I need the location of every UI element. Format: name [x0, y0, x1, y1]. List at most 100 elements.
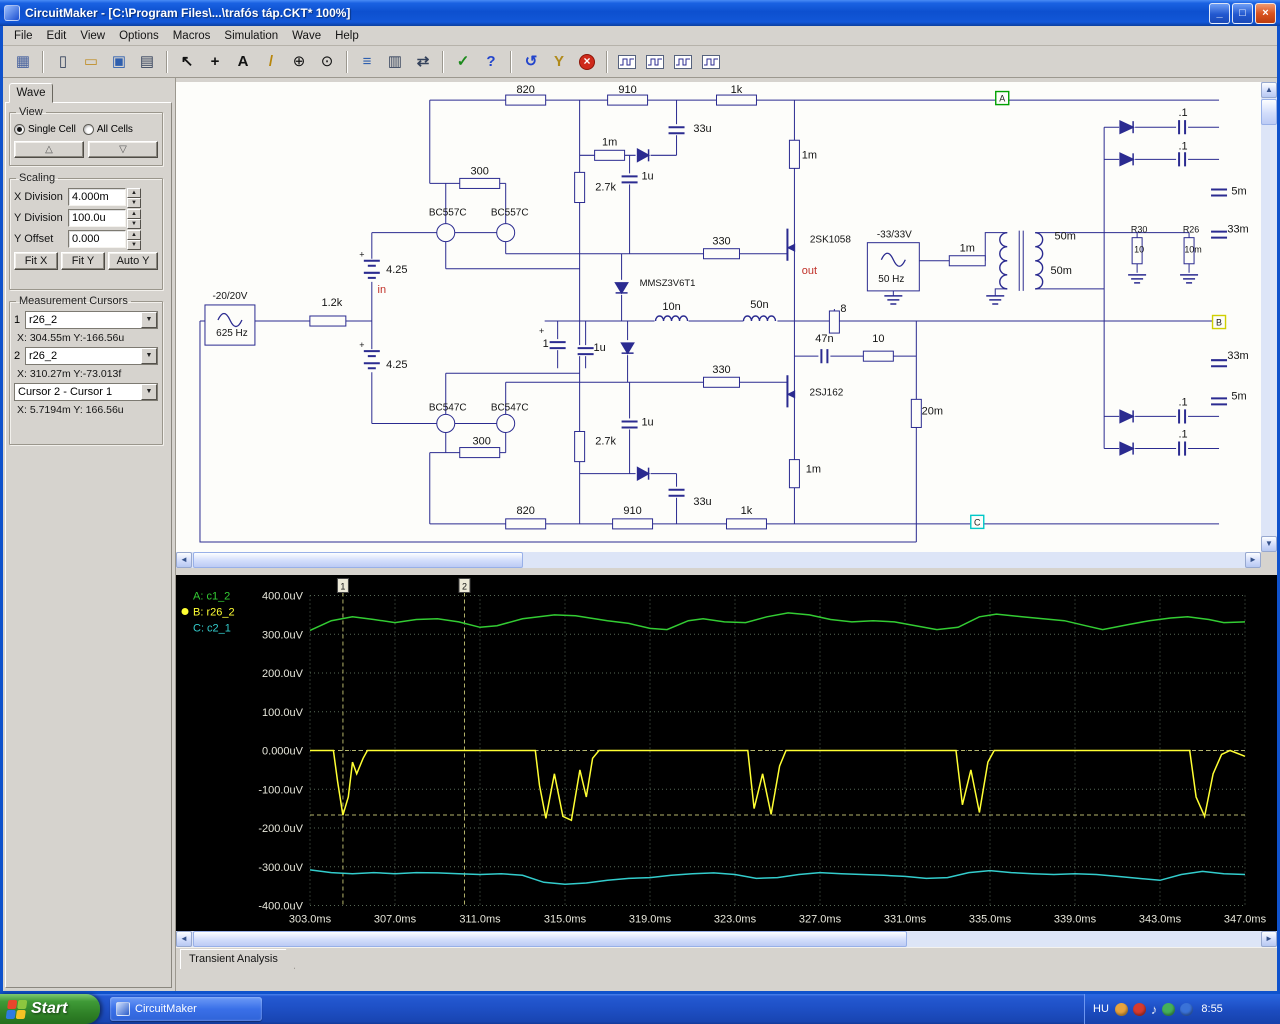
all-cells-radio[interactable]: [82, 123, 94, 135]
maximize-button[interactable]: □: [1232, 2, 1253, 24]
fit-y-button[interactable]: Fit Y: [61, 252, 105, 270]
copy-icon[interactable]: ▥: [382, 50, 408, 74]
spinner-down-icon[interactable]: ▼: [127, 218, 141, 229]
y-offset-spinner[interactable]: ▲ ▼: [127, 229, 141, 250]
spinner-up-icon[interactable]: ▲: [127, 208, 141, 219]
scroll-up-icon[interactable]: ▲: [1261, 82, 1277, 98]
cursor1-source-select[interactable]: r26_2 ▼: [25, 311, 158, 329]
dropdown-arrow-icon[interactable]: ▼: [141, 384, 157, 400]
circuit-label: 33m: [1227, 350, 1248, 362]
legend-item[interactable]: C: c2_1: [193, 623, 231, 635]
menu-file[interactable]: File: [7, 28, 40, 44]
wire-tool-icon[interactable]: /: [258, 50, 284, 74]
hscroll-thumb[interactable]: [193, 552, 523, 568]
volume-icon[interactable]: ♪: [1151, 1003, 1158, 1016]
menu-simulation[interactable]: Simulation: [217, 28, 285, 44]
tab-wave[interactable]: Wave: [9, 83, 53, 103]
legend-item[interactable]: B: r26_2: [193, 607, 235, 619]
y-tick-label: -300.0uV: [258, 862, 303, 874]
circuit-label: 1u: [641, 170, 653, 182]
digital-display-1-icon[interactable]: [614, 50, 640, 74]
run-analyses-icon[interactable]: ✓: [450, 50, 476, 74]
dropdown-arrow-icon[interactable]: ▼: [141, 348, 157, 364]
menu-edit[interactable]: Edit: [40, 28, 74, 44]
print-icon[interactable]: ▤: [134, 50, 160, 74]
circuit-label: 2SK1058: [810, 235, 851, 246]
taskbar-item-circuitmaker[interactable]: CircuitMaker: [110, 997, 262, 1021]
start-button[interactable]: Start: [0, 994, 100, 1024]
scroll-right-icon[interactable]: ►: [1245, 552, 1261, 568]
auto-y-button[interactable]: Auto Y: [108, 252, 158, 270]
probe-tool-icon[interactable]: Y: [546, 50, 572, 74]
browse-parts-icon[interactable]: ▦: [10, 50, 36, 74]
digital-display-2-icon[interactable]: [642, 50, 668, 74]
next-wave-button[interactable]: ▽: [88, 141, 158, 158]
cursor2-number: 2: [14, 350, 21, 362]
language-indicator[interactable]: HU: [1093, 1003, 1109, 1015]
toolbar-separator: [346, 50, 348, 73]
menu-help[interactable]: Help: [328, 28, 366, 44]
y-division-input[interactable]: [68, 208, 126, 227]
scroll-left-icon[interactable]: ◄: [176, 931, 192, 947]
scroll-down-icon[interactable]: ▼: [1261, 536, 1277, 552]
spinner-up-icon[interactable]: ▲: [127, 229, 141, 240]
x-division-input[interactable]: [68, 187, 126, 206]
reset-icon[interactable]: ↺: [518, 50, 544, 74]
y-offset-input[interactable]: [68, 229, 126, 248]
spinner-down-icon[interactable]: ▼: [127, 197, 141, 208]
scroll-left-icon[interactable]: ◄: [176, 552, 192, 568]
place-part-icon[interactable]: +: [202, 50, 228, 74]
circuit-label: out: [802, 265, 817, 277]
stop-simulation-icon[interactable]: ×: [574, 50, 600, 74]
messenger-icon[interactable]: [1180, 1002, 1194, 1016]
waveform-scrollbar[interactable]: ◄ ►: [176, 931, 1277, 947]
fit-x-button[interactable]: Fit X: [14, 252, 58, 270]
find-part-icon[interactable]: ≡: [354, 50, 380, 74]
cursor-diff-select[interactable]: Cursor 2 - Cursor 1 ▼: [14, 383, 158, 401]
zoom-in-tool-icon[interactable]: ⊕: [286, 50, 312, 74]
menu-view[interactable]: View: [73, 28, 112, 44]
dropdown-arrow-icon[interactable]: ▼: [141, 312, 157, 328]
tab-transient-analysis[interactable]: Transient Analysis: [180, 949, 295, 969]
previous-wave-button[interactable]: △: [14, 141, 84, 158]
pointer-tool-icon[interactable]: ↖: [174, 50, 200, 74]
spinner-up-icon[interactable]: ▲: [127, 187, 141, 198]
save-icon[interactable]: ▣: [106, 50, 132, 74]
open-file-icon[interactable]: ▭: [78, 50, 104, 74]
toolbar-separator: [166, 50, 168, 73]
circuit-label: 10m: [1184, 245, 1201, 255]
title-bar[interactable]: CircuitMaker - [C:\Program Files\...\tra…: [0, 0, 1280, 26]
digital-display-3-icon[interactable]: [670, 50, 696, 74]
vscroll-thumb[interactable]: [1261, 99, 1277, 125]
single-cell-radio[interactable]: [14, 123, 25, 135]
schematic-hscrollbar[interactable]: ◄ ►: [176, 552, 1261, 568]
circuit-label: 300: [473, 436, 491, 448]
x-division-spinner[interactable]: ▲ ▼: [127, 187, 141, 208]
mirror-icon[interactable]: ⇄: [410, 50, 436, 74]
schematic-canvas[interactable]: A B C 820 910 1k .1 .1 1m 33u 1m 5m 33m 300 2.7k 1u BC5…: [176, 82, 1261, 552]
waveform-plot[interactable]: 303.0ms 307.0ms 311.0ms 315.0ms 319.0ms 323.0…: [176, 575, 1277, 931]
digital-display-4-icon[interactable]: [698, 50, 724, 74]
menu-wave[interactable]: Wave: [285, 28, 328, 44]
antivirus-icon[interactable]: [1132, 1002, 1146, 1016]
menu-macros[interactable]: Macros: [166, 28, 218, 44]
schematic-svg[interactable]: A B C 820 910 1k .1 .1 1m 33u 1m 5m 33m 300 2.7k 1u BC5…: [176, 82, 1261, 552]
close-button[interactable]: ×: [1255, 2, 1276, 24]
new-file-icon[interactable]: ▯: [50, 50, 76, 74]
cursor2-source-select[interactable]: r26_2 ▼: [25, 347, 158, 365]
update-icon[interactable]: [1114, 1002, 1128, 1016]
scroll-right-icon[interactable]: ►: [1261, 931, 1277, 947]
network-icon[interactable]: [1162, 1002, 1176, 1016]
zoom-tool-icon[interactable]: ⊙: [314, 50, 340, 74]
circuit-label: 4.25: [386, 359, 407, 371]
legend-item[interactable]: A: c1_2: [193, 591, 230, 603]
circuit-label: R30: [1131, 225, 1147, 235]
spinner-down-icon[interactable]: ▼: [127, 239, 141, 250]
minimize-button[interactable]: _: [1209, 2, 1230, 24]
menu-options[interactable]: Options: [112, 28, 166, 44]
help-icon[interactable]: ?: [478, 50, 504, 74]
schematic-vscrollbar[interactable]: ▲ ▼: [1261, 82, 1277, 552]
y-division-spinner[interactable]: ▲ ▼: [127, 208, 141, 229]
text-tool-icon[interactable]: A: [230, 50, 256, 74]
waveform-scroll-thumb[interactable]: [193, 931, 907, 947]
